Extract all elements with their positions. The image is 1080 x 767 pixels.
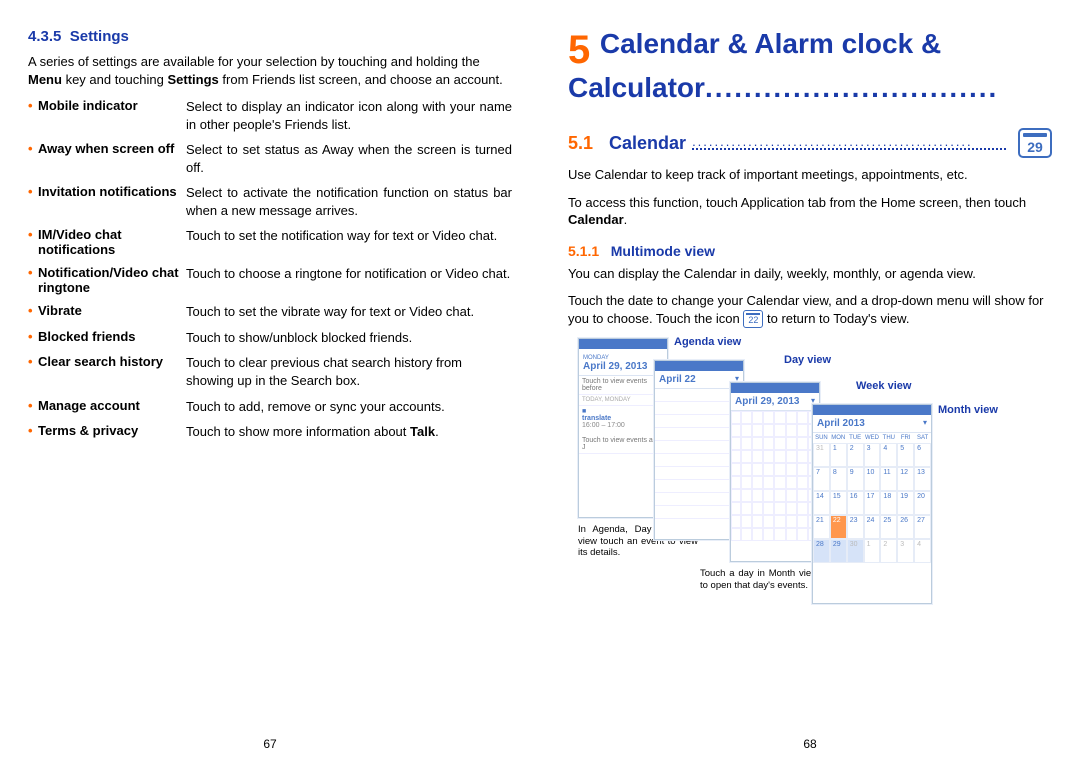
settings-list: •Mobile indicatorSelect to display an in… xyxy=(28,98,512,441)
bullet: • xyxy=(28,98,38,133)
chapter-title: Calendar & Alarm clock & Calculator.....… xyxy=(568,28,998,103)
settings-term: Notification/Video chat ringtone xyxy=(38,265,186,295)
settings-desc: Touch to set the vibrate way for text or… xyxy=(186,303,512,321)
settings-row: •IM/Video chat notificationsTouch to set… xyxy=(28,227,512,257)
settings-desc: Touch to show/unblock blocked friends. xyxy=(186,329,512,347)
page-number: 67 xyxy=(0,737,540,751)
page-number: 68 xyxy=(540,737,1080,751)
chapter-header: 5 Calendar & Alarm clock & Calculator...… xyxy=(568,28,1052,104)
settings-row: •Notification/Video chat ringtoneTouch t… xyxy=(28,265,512,295)
settings-desc: Select to activate the notification func… xyxy=(186,184,512,219)
settings-row: •Clear search historyTouch to clear prev… xyxy=(28,354,512,389)
settings-row: •VibrateTouch to set the vibrate way for… xyxy=(28,303,512,321)
section-5-1-number: 5.1 xyxy=(568,133,593,154)
settings-desc: Touch to choose a ringtone for notificat… xyxy=(186,265,512,295)
section-5-1-row: 5.1 Calendar 29 xyxy=(568,128,1052,158)
paragraph: Touch the date to change your Calendar v… xyxy=(568,292,1052,328)
settings-row: •Blocked friendsTouch to show/unblock bl… xyxy=(28,329,512,347)
settings-term: Away when screen off xyxy=(38,141,186,176)
label-agenda-view: Agenda view xyxy=(674,336,741,348)
label-month-view: Month view xyxy=(938,404,998,416)
section-5-1-1-title: Multimode view xyxy=(611,243,715,259)
intro-paragraph: A series of settings are available for y… xyxy=(28,53,512,88)
section-title: Settings xyxy=(70,28,129,45)
settings-desc: Select to set status as Away when the sc… xyxy=(186,141,512,176)
settings-term: Vibrate xyxy=(38,303,186,321)
settings-term: Terms & privacy xyxy=(38,423,186,441)
calendar-icon: 29 xyxy=(1018,128,1052,158)
today-icon: 22 xyxy=(743,310,763,328)
settings-desc: Touch to add, remove or sync your accoun… xyxy=(186,398,512,416)
settings-term: Mobile indicator xyxy=(38,98,186,133)
settings-row: •Invitation notificationsSelect to activ… xyxy=(28,184,512,219)
section-number: 4.3.5 xyxy=(28,28,61,45)
caption-month: Touch a day in Month view to open that d… xyxy=(700,568,818,591)
bullet: • xyxy=(28,354,38,389)
section-5-1-title: Calendar xyxy=(609,133,686,154)
bullet: • xyxy=(28,303,38,321)
label-week-view: Week view xyxy=(856,380,911,392)
bullet: • xyxy=(28,398,38,416)
settings-row: •Manage accountTouch to add, remove or s… xyxy=(28,398,512,416)
settings-term: Manage account xyxy=(38,398,186,416)
section-5-1-1-row: 5.1.1 Multimode view xyxy=(568,243,1052,259)
bullet: • xyxy=(28,227,38,257)
page-left: 4.3.5 Settings A series of settings are … xyxy=(0,0,540,767)
bullet: • xyxy=(28,265,38,295)
paragraph: You can display the Calendar in daily, w… xyxy=(568,265,1052,283)
page-right: 5 Calendar & Alarm clock & Calculator...… xyxy=(540,0,1080,767)
chapter-number: 5 xyxy=(568,28,590,72)
settings-row: •Away when screen offSelect to set statu… xyxy=(28,141,512,176)
section-5-1-1-number: 5.1.1 xyxy=(568,243,599,259)
settings-term: Clear search history xyxy=(38,354,186,389)
settings-row: •Mobile indicatorSelect to display an in… xyxy=(28,98,512,133)
section-dotted-fill xyxy=(692,137,1006,150)
screenshot-month: April 2013 ▾ SUNMONTUEWEDTHUFRISAT 31123… xyxy=(812,404,932,604)
settings-term: Invitation notifications xyxy=(38,184,186,219)
settings-desc: Select to display an indicator icon alon… xyxy=(186,98,512,133)
paragraph: Use Calendar to keep track of important … xyxy=(568,166,1052,184)
settings-desc: Touch to show more information about Tal… xyxy=(186,423,512,441)
settings-desc: Touch to clear previous chat search hist… xyxy=(186,354,512,389)
screenshot-stack: Agenda view Day view Week view Month vie… xyxy=(568,338,1052,628)
bullet: • xyxy=(28,329,38,347)
section-heading: 4.3.5 Settings xyxy=(28,28,512,45)
bullet: • xyxy=(28,184,38,219)
paragraph: To access this function, touch Applicati… xyxy=(568,194,1052,229)
screenshot-week: April 29, 2013 ▾ xyxy=(730,382,820,562)
settings-row: •Terms & privacyTouch to show more infor… xyxy=(28,423,512,441)
bullet: • xyxy=(28,141,38,176)
settings-desc: Touch to set the notification way for te… xyxy=(186,227,512,257)
label-day-view: Day view xyxy=(784,354,831,366)
settings-term: Blocked friends xyxy=(38,329,186,347)
settings-term: IM/Video chat notifications xyxy=(38,227,186,257)
bullet: • xyxy=(28,423,38,441)
